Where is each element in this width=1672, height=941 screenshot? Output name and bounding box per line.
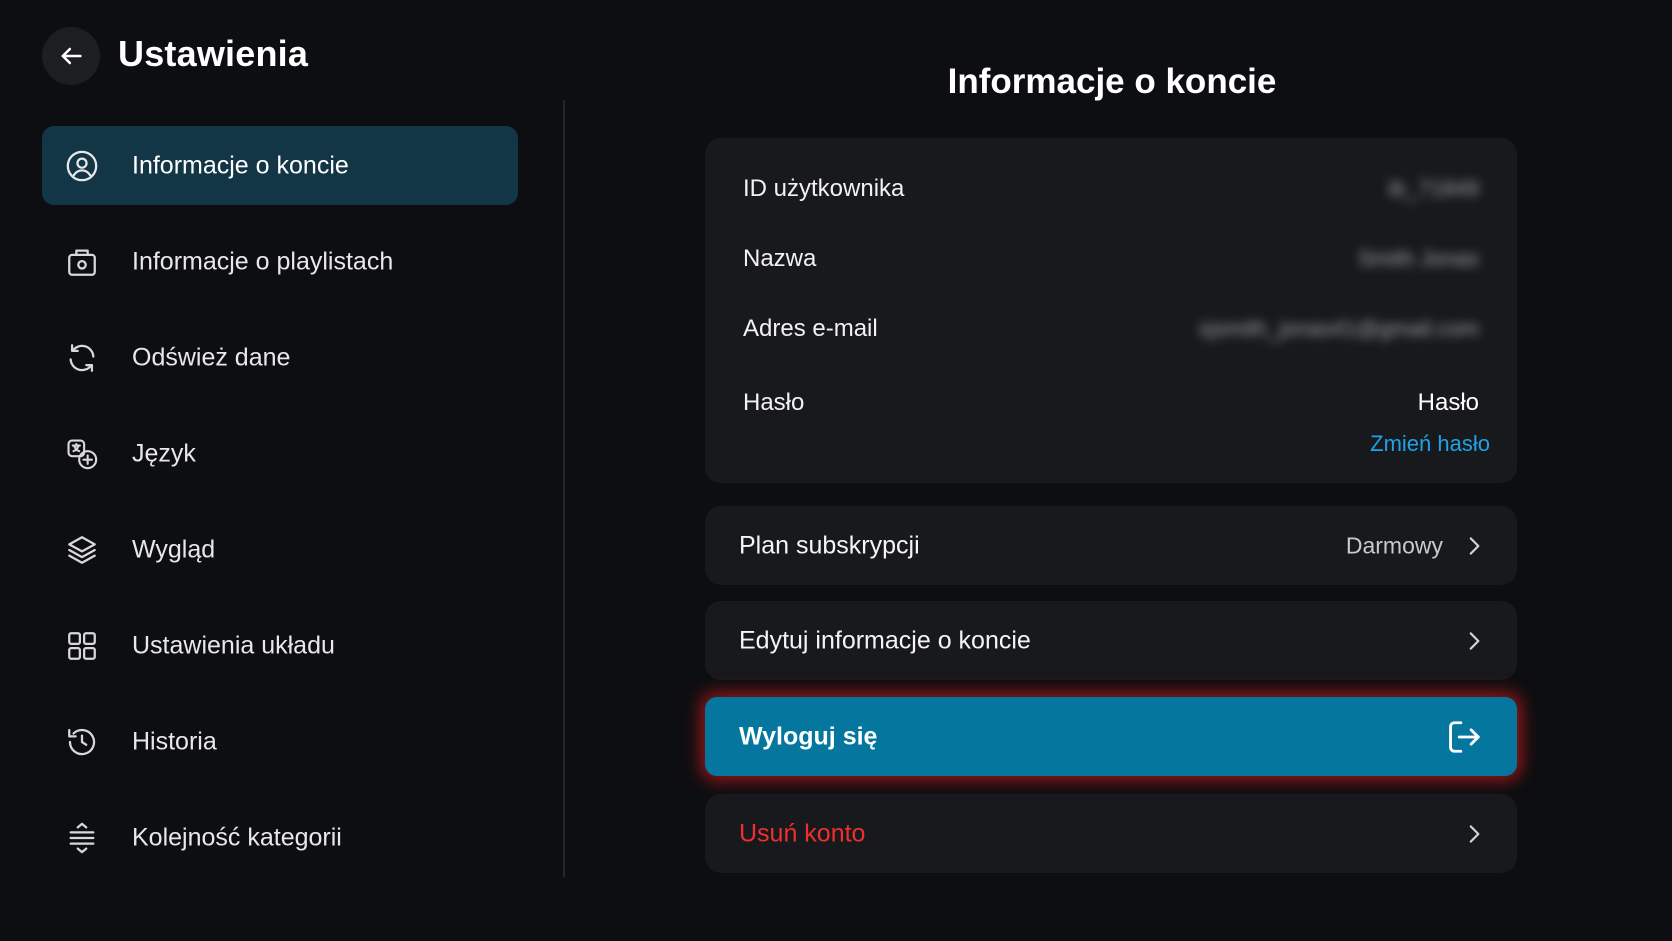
arrow-left-icon [61,47,82,65]
divider [563,100,565,877]
sidebar-item-category-order[interactable]: Kolejność kategorii [42,798,518,877]
delete-account-row[interactable]: Usuń konto [705,794,1517,873]
sidebar-item-account-info[interactable]: Informacje o koncie [42,126,518,205]
sidebar-item-label: Odśwież dane [132,343,291,371]
history-icon [64,724,100,760]
sidebar-item-label: Wygląd [132,535,216,563]
sidebar-item-label: Informacje o koncie [132,151,349,179]
sidebar-item-language[interactable]: Język [42,414,518,493]
user-circle-icon [64,148,100,184]
edit-account-row[interactable]: Edytuj informacje o koncie [705,601,1517,680]
sidebar-item-label: Informacje o playlistach [132,247,394,275]
user-id-row: ID użytkownika ib_71849 [743,169,1479,209]
subscription-plan-label: Plan subskrypcji [739,531,920,559]
email-value: sjsmith_jonas41@gmail.com [1198,316,1479,341]
chevron-right-icon [1469,536,1480,555]
chevron-right-icon [1469,631,1480,650]
user-id-value: ib_71849 [1388,176,1479,201]
name-label: Nazwa [743,245,817,272]
change-password-link[interactable]: Zmień hasło [1370,431,1490,457]
sidebar-item-label: Ustawienia układu [132,631,335,659]
logout-icon [1449,720,1480,753]
sidebar-item-label: Język [132,439,196,467]
sidebar-item-history[interactable]: Historia [42,702,518,781]
subscription-plan-value: Darmowy [1345,532,1443,558]
sidebar-item-appearance[interactable]: Wygląd [42,510,518,589]
logout-label: Wyloguj się [739,722,878,750]
sidebar-item-label: Kolejność kategorii [132,823,342,851]
password-value: Hasło [1417,389,1479,416]
delete-account-label: Usuń konto [739,819,866,847]
panel-title: Informacje o koncie [947,62,1277,101]
sidebar-item-label: Historia [132,727,217,755]
refresh-icon [64,340,100,376]
back-button[interactable] [42,27,100,85]
logout-button[interactable]: Wyloguj się [705,697,1517,776]
sidebar-item-refresh[interactable]: Odśwież dane [42,318,518,397]
layers-icon [64,532,100,568]
edit-account-label: Edytuj informacje o koncie [739,626,1031,654]
page-title: Ustawienia [118,33,309,74]
user-id-label: ID użytkownika [743,175,905,202]
sort-order-icon [64,820,100,856]
sidebar-item-playlist-info[interactable]: Informacje o playlistach [42,222,518,301]
subscription-plan-row[interactable]: Plan subskrypcji Darmowy [705,506,1517,585]
sidebar-item-layout-settings[interactable]: Ustawienia układu [42,606,518,685]
language-icon [64,436,100,472]
name-row: Nazwa Smith Jonas [743,239,1479,279]
sidebar: Informacje o koncie Informacje o playlis… [42,126,518,894]
password-label: Hasło [743,389,805,416]
chevron-right-icon [1469,824,1480,843]
email-row: Adres e-mail sjsmith_jonas41@gmail.com [743,309,1479,349]
grid-layout-icon [64,628,100,664]
password-row: Hasło Hasło [743,383,1479,423]
name-value: Smith Jonas [1357,246,1479,271]
playlist-box-icon [64,244,100,280]
email-label: Adres e-mail [743,315,878,342]
